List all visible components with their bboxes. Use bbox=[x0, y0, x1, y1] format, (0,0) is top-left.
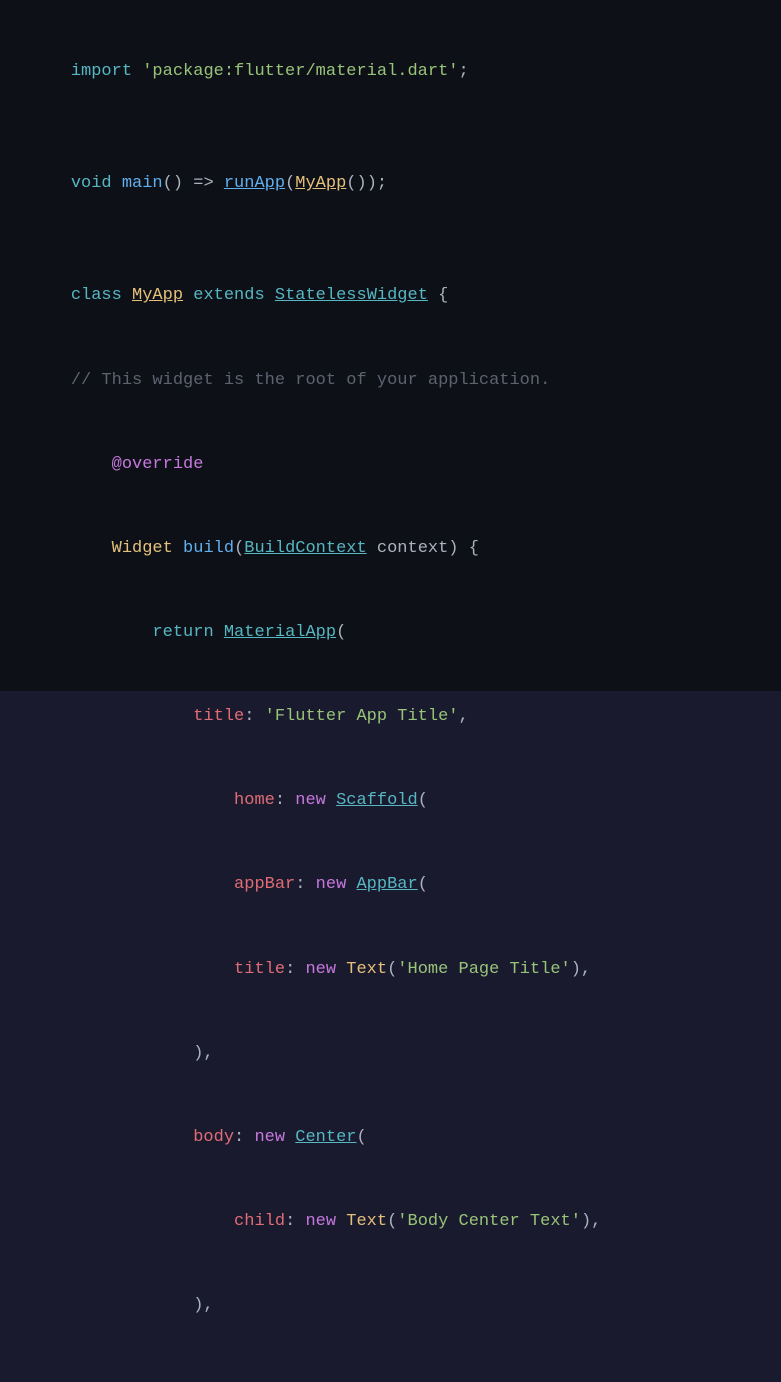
code-line-15: ), bbox=[30, 1264, 751, 1348]
code-line-13: body: new Center( bbox=[30, 1096, 751, 1180]
code-line-1: import 'package:flutter/material.dart'; bbox=[30, 30, 751, 114]
blank-line-2 bbox=[30, 226, 751, 254]
code-line-3: class MyApp extends StatelessWidget { bbox=[30, 254, 751, 338]
code-line-4: // This widget is the root of your appli… bbox=[30, 339, 751, 423]
code-line-12: ), bbox=[30, 1012, 751, 1096]
code-line-9: home: new Scaffold( bbox=[30, 759, 751, 843]
code-line-14: child: new Text('Body Center Text'), bbox=[30, 1180, 751, 1264]
code-line-16: ); bbox=[30, 1376, 751, 1382]
blank-line-3 bbox=[30, 1348, 751, 1376]
blank-line-1 bbox=[30, 114, 751, 142]
code-line-5: @override bbox=[30, 423, 751, 507]
code-editor: import 'package:flutter/material.dart'; … bbox=[0, 0, 781, 691]
code-line-10: appBar: new AppBar( bbox=[30, 843, 751, 927]
code-line-6: Widget build(BuildContext context) { bbox=[30, 507, 751, 591]
code-line-2: void main() => runApp(MyApp()); bbox=[30, 142, 751, 226]
code-line-11: title: new Text('Home Page Title'), bbox=[30, 928, 751, 1012]
code-line-8: title: 'Flutter App Title', bbox=[30, 675, 751, 759]
code-line-7: return MaterialApp( bbox=[30, 591, 751, 675]
